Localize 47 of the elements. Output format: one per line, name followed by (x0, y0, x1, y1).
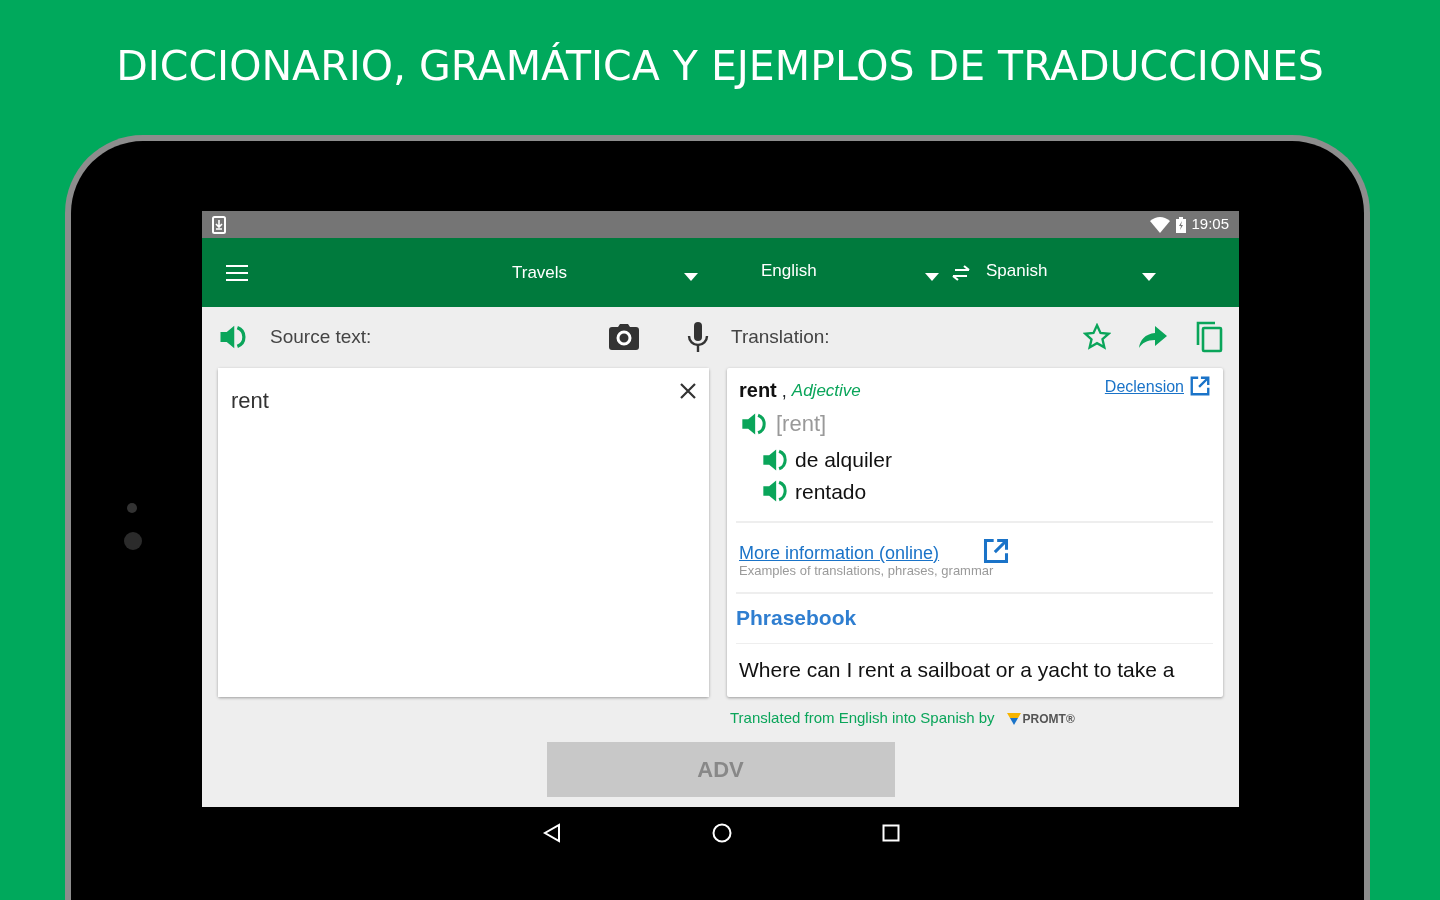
home-icon[interactable] (711, 823, 732, 843)
separator-comma: , (781, 380, 787, 403)
back-icon[interactable] (541, 823, 562, 843)
battery-icon (1176, 216, 1187, 233)
menu-icon (226, 263, 248, 282)
external-link-icon[interactable] (982, 537, 1011, 565)
input-field[interactable]: rent (218, 368, 709, 697)
favorite-button[interactable] (1083, 323, 1111, 351)
source-language-dropdown[interactable]: English (761, 261, 939, 284)
transcription: [rent] (776, 410, 827, 438)
external-link-icon[interactable] (1189, 375, 1211, 397)
share-button[interactable] (1139, 326, 1167, 348)
declension-link[interactable]: Declension (1104, 375, 1184, 399)
part-of-speech: Adjective (791, 380, 861, 402)
target-language-dropdown[interactable]: Spanish (986, 261, 1156, 284)
camera-button[interactable] (609, 324, 639, 350)
close-icon (679, 382, 697, 400)
camera-lens-icon (124, 532, 142, 550)
promt-logo-icon (1006, 713, 1021, 726)
share-arrow-icon (1139, 326, 1167, 348)
dropdown-caret-icon (1142, 272, 1156, 281)
microphone-button[interactable] (687, 322, 709, 352)
clear-button[interactable] (679, 382, 697, 400)
topic-dropdown[interactable]: Travels (512, 259, 698, 286)
download-icon (212, 215, 226, 234)
phrasebook-heading: Phrasebook (736, 604, 858, 631)
credit-text: Translated from English into Spanish by (730, 708, 995, 728)
meaning-text: de alquiler (795, 447, 892, 473)
camera-icon (609, 324, 639, 350)
translation-label: Translation: (731, 324, 830, 349)
recent-apps-icon[interactable] (881, 824, 900, 842)
phrase-text: Where can I rent a sailboat or a yacht to take a (738, 657, 1176, 683)
microphone-icon (687, 322, 709, 352)
meaning-text: rentado (795, 478, 867, 505)
dropdown-caret-icon (684, 272, 698, 281)
swap-languages-button[interactable] (951, 264, 971, 281)
source-label: Source text: (270, 324, 372, 349)
star-icon (1083, 323, 1111, 351)
menu-button[interactable] (226, 263, 248, 282)
dropdown-caret-icon (925, 272, 939, 281)
wifi-icon (1150, 216, 1171, 233)
brand-name: PROMT® (1022, 711, 1075, 729)
status-time: 19:05 (1191, 214, 1229, 235)
headline: DICCIONARIO, GRAMÁTICA Y EJEMPLOS DE TRADUCCIONES (116, 40, 1324, 92)
headword: rent (739, 378, 777, 403)
sensor-icon (127, 503, 137, 513)
swap-icon (951, 264, 971, 281)
